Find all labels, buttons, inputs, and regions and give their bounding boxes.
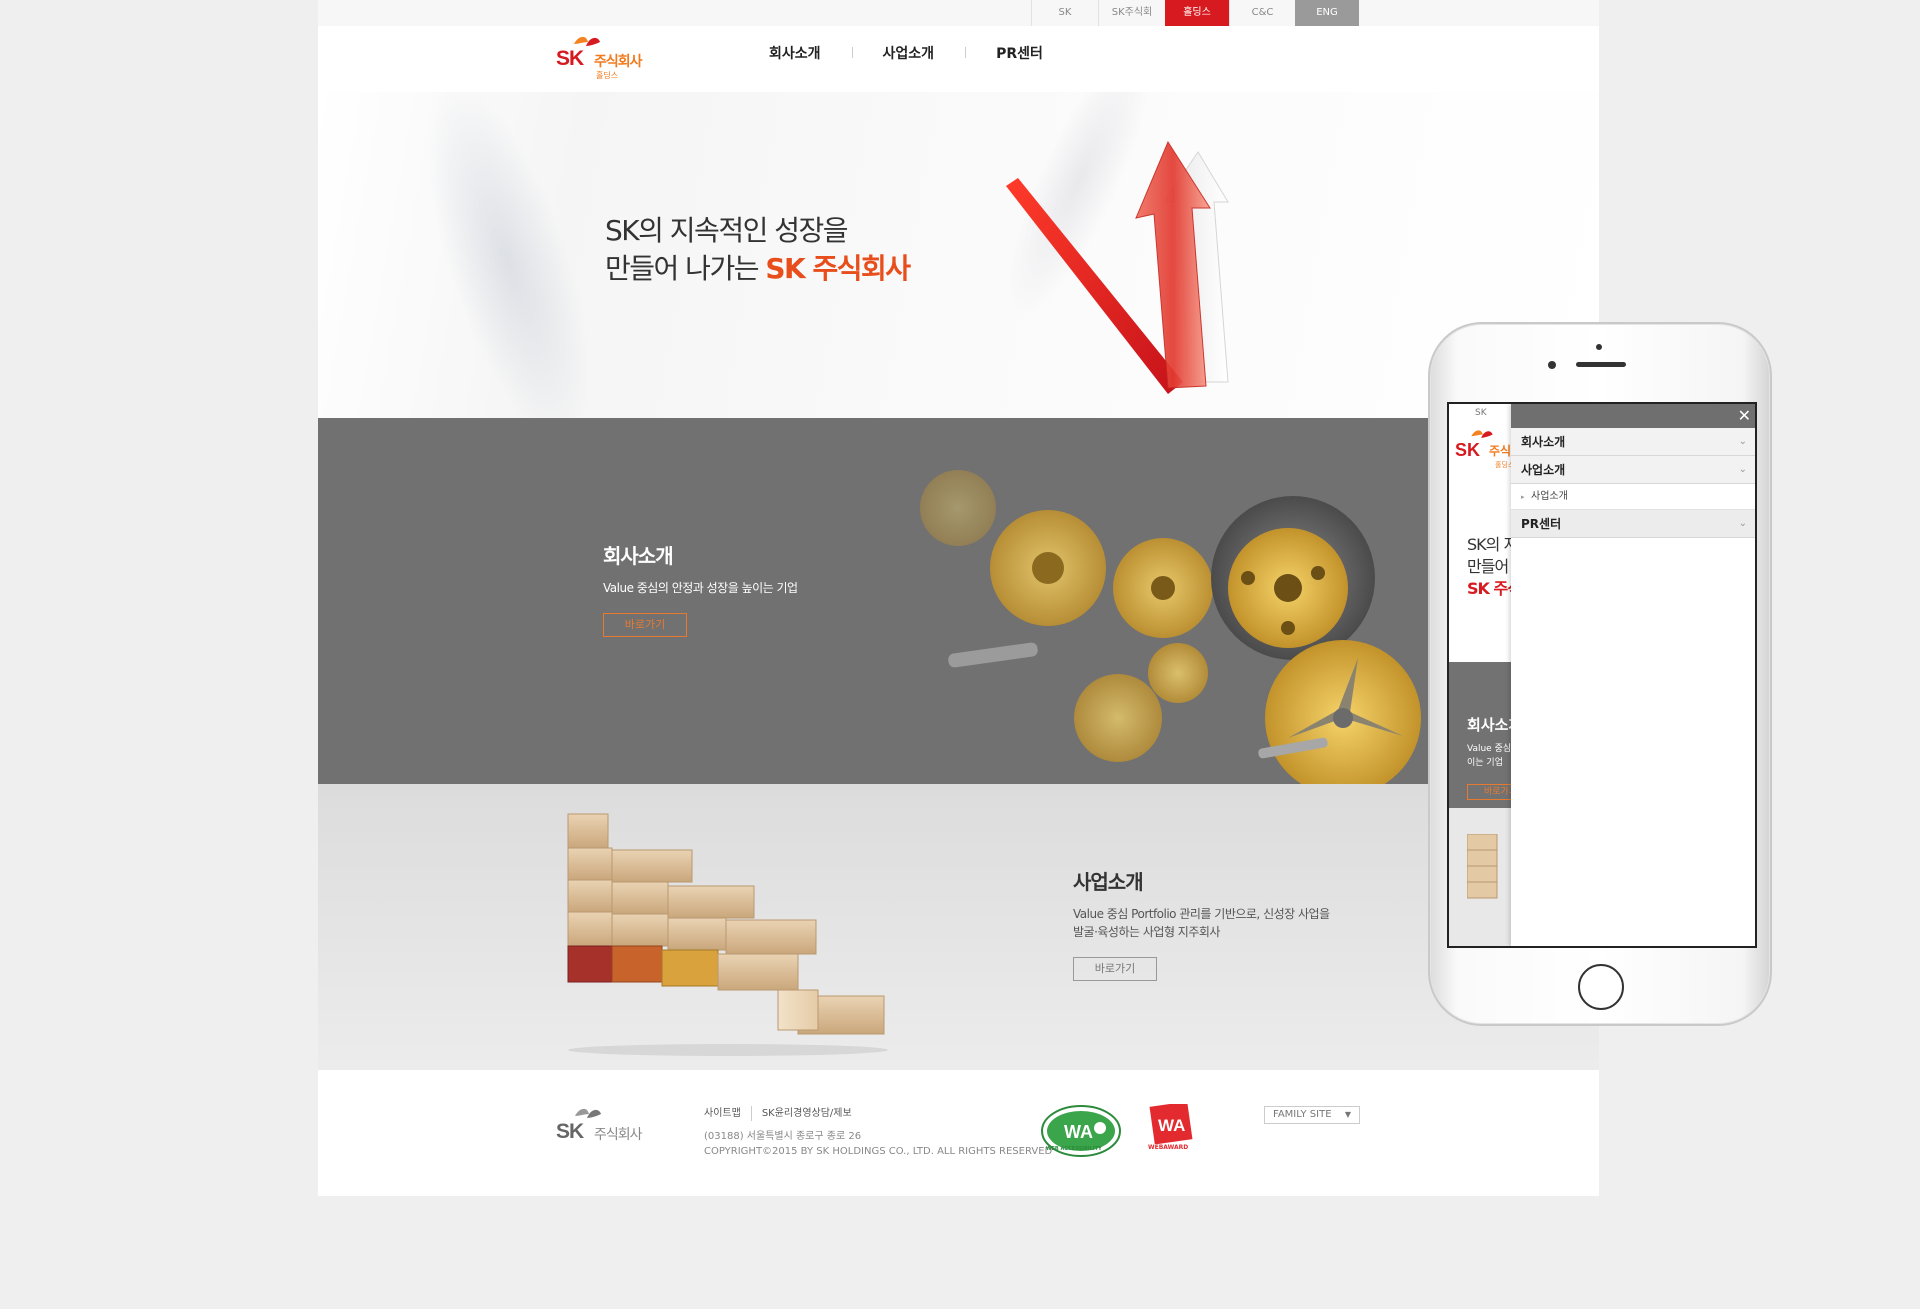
top-link-sk[interactable]: SK xyxy=(1031,0,1098,26)
footer-copyright: COPYRIGHT©2015 BY SK HOLDINGS CO., LTD. … xyxy=(704,1146,1053,1157)
hero-line-2: 만들어 나가는 xyxy=(605,252,766,285)
mobile-menu-label-business: 사업소개 xyxy=(1521,463,1566,477)
top-link-cc[interactable]: C&C xyxy=(1229,0,1295,26)
business-desc-line-1: Value 중심 Portfolio 관리를 기반으로, 신성장 사업을 xyxy=(1073,907,1330,921)
footer-info: 사이트맵 SK윤리경영상담/제보 (03188) 서울특별시 종로구 종로 26… xyxy=(704,1106,1052,1159)
footer-links: 사이트맵 SK윤리경영상담/제보 xyxy=(704,1106,1052,1121)
mobile-menu-item-pr[interactable]: PR센터 ⌄ xyxy=(1511,510,1755,538)
mobile-logo-sk: SK xyxy=(1455,440,1481,460)
logo-sk-text: SK xyxy=(556,47,584,70)
webaward-mark-icon: WA xyxy=(1149,1101,1193,1145)
business-title: 사업소개 xyxy=(1073,870,1144,894)
gears-image xyxy=(920,470,1421,784)
footer-link-ethics[interactable]: SK윤리경영상담/제보 xyxy=(762,1106,862,1121)
desktop-site: SK SK주식회사 홀딩스 C&C ENG SK 주식회사 홀딩스 회사소개 사… xyxy=(318,0,1599,1196)
phone-camera xyxy=(1548,361,1556,369)
company-go-button[interactable]: 바로가기 xyxy=(603,613,687,637)
mobile-menu-label-company: 회사소개 xyxy=(1521,435,1566,449)
mobile-menu-label-pr: PR센터 xyxy=(1521,517,1562,531)
mobile-menu-subitem[interactable]: ▸ 사업소개 xyxy=(1511,484,1755,510)
chevron-down-icon: ⌄ xyxy=(1738,436,1747,447)
wa-label: WEB ACCESSIBILITY xyxy=(1046,1146,1102,1152)
sk-logo[interactable]: SK 주식회사 홀딩스 xyxy=(556,30,656,86)
company-section: 회사소개 Value 중심의 안정과 성장을 높이는 기업 바로가기 xyxy=(318,418,1599,784)
top-link-sk-corp[interactable]: SK주식회사 xyxy=(1098,0,1165,44)
main-nav: 회사소개 사업소개 PR센터 xyxy=(738,43,1074,63)
top-links: SK SK주식회사 홀딩스 C&C ENG xyxy=(1031,0,1359,44)
phone-sensor xyxy=(1596,344,1602,350)
hero-accent: SK 주식회사 xyxy=(765,252,911,285)
hero-line-1: SK의 지속적인 성장을 xyxy=(605,214,849,247)
top-link-holdings[interactable]: 홀딩스 xyxy=(1165,0,1229,26)
family-site-label: FAMILY SITE xyxy=(1273,1109,1332,1120)
business-desc: Value 중심 Portfolio 관리를 기반으로, 신성장 사업을 발굴·… xyxy=(1073,905,1330,941)
top-link-eng[interactable]: ENG xyxy=(1295,0,1359,26)
close-icon[interactable]: ✕ xyxy=(1738,406,1751,426)
family-site-select[interactable]: FAMILY SITE ▼ xyxy=(1264,1106,1360,1124)
hero-banner: SK의 지속적인 성장을 만들어 나가는 SK 주식회사 xyxy=(318,92,1599,418)
footer-logo-corp: 주식회사 xyxy=(594,1127,643,1143)
nav-pr-center[interactable]: PR센터 xyxy=(965,43,1074,63)
company-desc: Value 중심의 안정과 성장을 높이는 기업 xyxy=(603,581,798,595)
logo-sub-text: 홀딩스 xyxy=(596,71,619,80)
svg-text:WA: WA xyxy=(1158,1116,1185,1135)
nav-company[interactable]: 회사소개 xyxy=(738,43,852,63)
mobile-menu-sublabel: 사업소개 xyxy=(1531,491,1568,502)
mobile-menu-header: ✕ xyxy=(1511,404,1755,428)
business-desc-line-2: 발굴·육성하는 사업형 지주회사 xyxy=(1073,925,1220,939)
logo-corp-text: 주식회사 xyxy=(594,54,643,70)
growth-arrow-image xyxy=(1006,140,1229,394)
hero-blur-left xyxy=(392,92,624,418)
top-bar: SK SK주식회사 홀딩스 C&C ENG xyxy=(318,0,1599,44)
caret-down-icon: ▼ xyxy=(1344,1110,1351,1119)
chevron-down-icon: ⌄ xyxy=(1738,464,1747,475)
footer-logo-sk: SK xyxy=(556,1120,584,1143)
mobile-screen: SK SK 주식회사 홀딩스 SK의 지속적인 성장을 만들어 나가는 SK 주… xyxy=(1447,402,1757,948)
phone-home-button[interactable] xyxy=(1578,964,1624,1010)
footer: SK 주식회사 사이트맵 SK윤리경영상담/제보 (03188) 서울특별시 종… xyxy=(318,1070,1599,1196)
business-section: 사업소개 Value 중심 Portfolio 관리를 기반으로, 신성장 사업… xyxy=(318,784,1599,1070)
phone-speaker xyxy=(1576,362,1626,367)
triangle-right-icon: ▸ xyxy=(1521,493,1525,501)
mobile-nav-menu: ✕ 회사소개 ⌄ 사업소개 ⌄ ▸ 사업소개 PR센터 ⌄ xyxy=(1511,404,1755,946)
footer-logo: SK 주식회사 xyxy=(556,1106,666,1146)
svg-text:WA: WA xyxy=(1064,1122,1093,1142)
company-text-block: 회사소개 Value 중심의 안정과 성장을 높이는 기업 바로가기 xyxy=(603,540,798,637)
hero-headline: SK의 지속적인 성장을 만들어 나가는 SK 주식회사 xyxy=(605,212,911,288)
mobile-menu-item-business[interactable]: 사업소개 ⌄ xyxy=(1511,456,1755,484)
webaward-label: WEBAWARD xyxy=(1148,1144,1189,1151)
business-text-block: 사업소개 Value 중심 Portfolio 관리를 기반으로, 신성장 사업… xyxy=(1073,866,1330,981)
web-accessibility-badge: WA WEB ACCESSIBILITY xyxy=(1040,1104,1122,1158)
nav-business[interactable]: 사업소개 xyxy=(851,43,966,63)
company-title: 회사소개 xyxy=(603,544,674,568)
mobile-menu-item-company[interactable]: 회사소개 ⌄ xyxy=(1511,428,1755,456)
header: SK 주식회사 홀딩스 회사소개 사업소개 PR센터 xyxy=(318,26,1599,92)
mobile-section-desc-2: 이는 기업 xyxy=(1467,758,1503,768)
footer-address: (03188) 서울특별시 종로구 종로 26 xyxy=(704,1131,862,1142)
phone-mockup: SK SK 주식회사 홀딩스 SK의 지속적인 성장을 만들어 나가는 SK 주… xyxy=(1428,322,1772,1026)
webaward-badge: WA WEBAWARD xyxy=(1146,1101,1194,1160)
business-go-button[interactable]: 바로가기 xyxy=(1073,957,1157,981)
wooden-blocks-image xyxy=(567,813,888,1056)
chevron-down-icon: ⌄ xyxy=(1738,518,1747,529)
footer-link-sitemap[interactable]: 사이트맵 xyxy=(704,1106,752,1121)
